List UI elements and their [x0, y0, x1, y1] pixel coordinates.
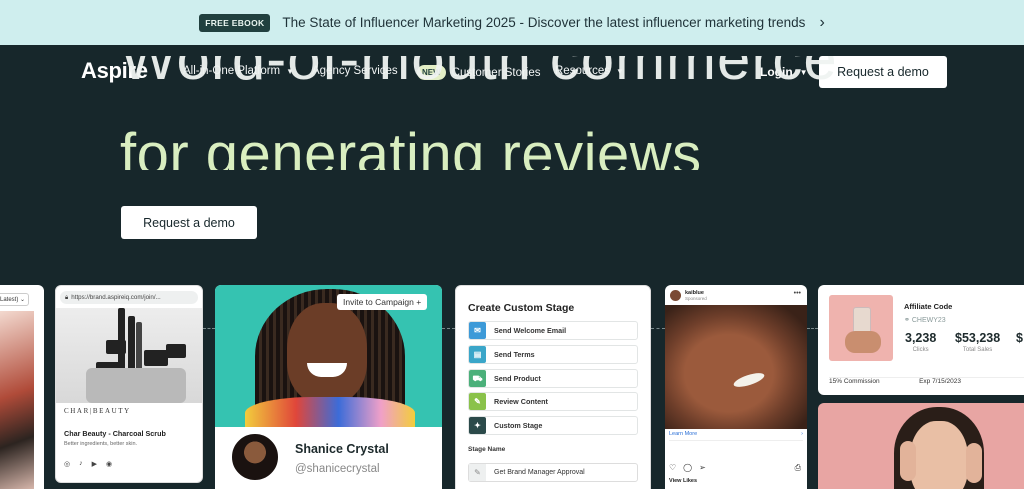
partial-stat: $ [1016, 331, 1023, 345]
hero-headline-line2: for generating reviews [120, 122, 702, 170]
connector-line [442, 328, 455, 329]
hero-request-demo-button[interactable]: Request a demo [121, 206, 257, 239]
stage-option[interactable]: ▤ Send Terms [468, 345, 638, 364]
stage-option[interactable]: ⛟ Send Product [468, 369, 638, 388]
connector-line [651, 328, 665, 329]
sales-stat: $53,238 Total Sales [955, 331, 1000, 353]
stage-option[interactable]: ✎ Review Content [468, 392, 638, 411]
influencer-handle: @shanicecrystal [295, 463, 380, 475]
mail-icon: ✉ [469, 322, 486, 339]
expiry-text: Exp 7/15/2023 [919, 378, 961, 385]
chevron-right-icon[interactable]: › [819, 14, 824, 32]
product-image [829, 295, 893, 361]
affiliate-card: Affiliate Code ⚭ CHEWY23 3,238 Clicks $5… [818, 285, 1024, 395]
affiliate-footer: 15% Commission Exp 7/15/2023 [829, 377, 1024, 385]
tiktok-icon[interactable]: ♪ [79, 460, 83, 468]
stat-value: 3,238 [905, 331, 937, 345]
post-image [665, 305, 807, 429]
product-name: Char Beauty - Charcoal Scrub [64, 429, 166, 438]
learn-more-link[interactable]: Learn More › [669, 431, 803, 441]
sparkle-icon: ✦ [469, 417, 486, 434]
bookmark-icon[interactable]: ⎙ [795, 463, 801, 473]
social-links: ◎ ♪ ▶ ◉ [64, 460, 112, 468]
product-description: Better ingredients, better skin. [64, 441, 138, 447]
connector-line [203, 328, 215, 329]
comment-icon[interactable]: ◯ [683, 463, 692, 472]
card-title: Create Custom Stage [468, 302, 575, 314]
stage-label: Custom Stage [494, 421, 543, 430]
stage-option[interactable]: ✉ Send Welcome Email [468, 321, 638, 340]
pencil-icon: ✎ [469, 464, 486, 481]
youtube-icon[interactable]: ▶ [92, 460, 97, 468]
content-image [0, 311, 34, 489]
lock-icon: 🔒︎ [65, 293, 69, 301]
chevron-right-icon: › [801, 431, 803, 437]
affiliate-code-value: CHEWY23 [911, 317, 946, 324]
stat-value: $53,238 [955, 331, 1001, 345]
stage-label: Send Welcome Email [494, 326, 567, 335]
influencer-card: Invite to Campaign + Shanice Crystal @sh… [215, 285, 442, 489]
avatar [670, 290, 681, 301]
influencer-name: Shanice Crystal [295, 442, 389, 456]
connector-line [807, 328, 818, 329]
social-post-card: kaiblue Sponsored ••• Learn More › ♡ ◯ ➢… [665, 285, 807, 489]
clicks-stat: 3,238 Clicks [905, 331, 936, 353]
hero-headline-line1: Word-of-mouth commerce [120, 56, 900, 106]
stat-value: $ [1016, 331, 1023, 345]
stat-label: Total Sales [962, 347, 993, 353]
custom-stage-card: Create Custom Stage ✉ Send Welcome Email… [455, 285, 651, 489]
learn-more-label: Learn More [669, 431, 698, 437]
truck-icon: ⛟ [469, 370, 486, 387]
version-select[interactable]: (Latest) ⌄ [0, 293, 30, 306]
url-text: https://brand.aspireiq.com/join/... [71, 294, 161, 301]
sponsored-label: Sponsored [685, 296, 707, 301]
heart-icon[interactable]: ♡ [669, 463, 676, 472]
pinterest-icon[interactable]: ◉ [106, 460, 112, 468]
stage-option[interactable]: ✦ Custom Stage [468, 416, 638, 435]
hero-line1-text: Word-of-mouth commerce [120, 56, 838, 92]
partial-content-card: (Latest) ⌄ [0, 285, 44, 489]
instagram-icon[interactable]: ◎ [64, 460, 70, 468]
announcement-text[interactable]: The State of Influencer Marketing 2025 -… [282, 15, 805, 30]
stage-name-label: Stage Name [468, 446, 506, 453]
commission-text: 15% Commission [829, 378, 880, 385]
post-header: kaiblue Sponsored [670, 290, 707, 301]
more-options-icon[interactable]: ••• [794, 290, 801, 297]
pencil-icon: ✎ [469, 393, 486, 410]
storefront-card: 🔒︎ https://brand.aspireiq.com/join/... C… [55, 285, 203, 483]
avatar [230, 432, 280, 482]
stage-label: Review Content [494, 397, 548, 406]
announcement-bar[interactable]: FREE EBOOK The State of Influencer Marke… [0, 0, 1024, 45]
stage-label: Send Terms [494, 350, 535, 359]
post-actions: ♡ ◯ ➢ [669, 463, 706, 472]
brand-logo: CHAR|BEAUTY [64, 407, 131, 415]
invite-to-campaign-button[interactable]: Invite to Campaign + [337, 294, 428, 310]
free-ebook-badge: FREE EBOOK [199, 13, 271, 32]
affiliate-title: Affiliate Code [904, 302, 953, 311]
send-icon[interactable]: ➢ [699, 463, 706, 472]
document-icon: ▤ [469, 346, 486, 363]
stage-label: Send Product [494, 374, 541, 383]
browser-url-bar: 🔒︎ https://brand.aspireiq.com/join/... [60, 291, 198, 304]
affiliate-code: ⚭ CHEWY23 [904, 316, 946, 324]
link-icon: ⚭ [904, 317, 910, 324]
product-image [56, 308, 202, 403]
stage-name-value: Get Brand Manager Approval [494, 469, 585, 476]
ugc-photo-card [818, 403, 1024, 489]
stat-label: Clicks [912, 347, 929, 353]
view-likes[interactable]: View Likes [669, 478, 697, 484]
stage-name-input[interactable]: ✎ Get Brand Manager Approval [468, 463, 638, 482]
